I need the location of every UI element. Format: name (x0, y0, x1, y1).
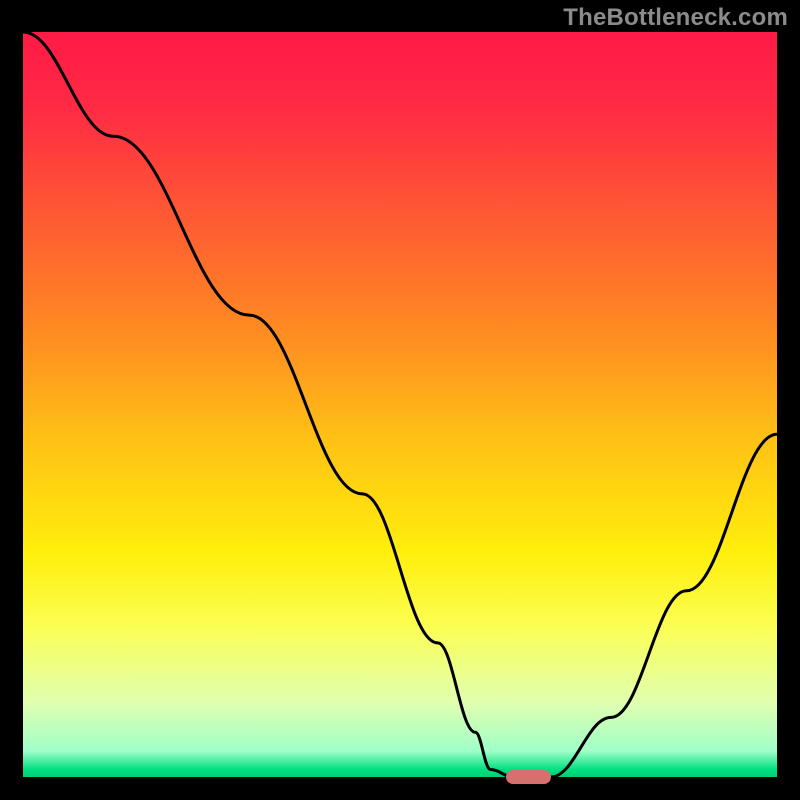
chart-frame: TheBottleneck.com (0, 0, 800, 800)
plot-area (23, 32, 777, 777)
optimal-marker (506, 770, 551, 784)
bottleneck-curve (23, 32, 777, 777)
watermark-text: TheBottleneck.com (563, 4, 788, 32)
